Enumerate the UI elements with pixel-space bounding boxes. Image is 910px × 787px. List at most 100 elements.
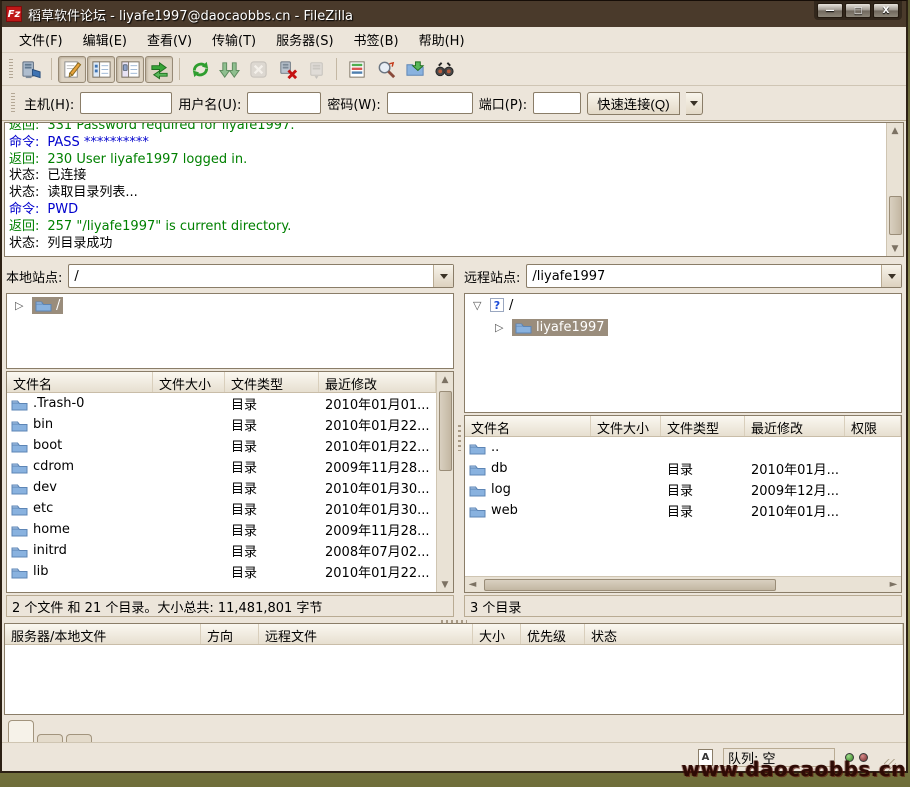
local-list-scrollbar[interactable]: ▲ ▼	[436, 372, 453, 592]
scroll-down-icon[interactable]: ▼	[438, 577, 453, 592]
maximize-button[interactable]: □	[845, 3, 871, 18]
remote-list-hscrollbar[interactable]: ◄ ►	[465, 576, 901, 592]
scroll-up-icon[interactable]: ▲	[888, 123, 903, 138]
combo-arrow-button[interactable]	[881, 265, 901, 287]
file-row[interactable]: db 目录 2010年01月...	[465, 458, 901, 479]
local-tree-toggle-button[interactable]	[87, 56, 115, 83]
menu-item[interactable]: 编辑(E)	[74, 27, 136, 52]
quickconnect-grip[interactable]	[11, 93, 15, 113]
file-row[interactable]: home 目录 2009年11月28...	[7, 519, 436, 540]
folder-icon	[469, 462, 486, 476]
expand-icon[interactable]: ▷	[495, 321, 507, 334]
username-input[interactable]	[247, 92, 321, 114]
queue-tab[interactable]	[8, 720, 34, 742]
scroll-thumb[interactable]	[439, 391, 452, 471]
collapse-icon[interactable]: ▽	[473, 299, 485, 312]
menu-item[interactable]: 帮助(H)	[410, 27, 474, 52]
column-header[interactable]: 文件名	[465, 416, 591, 436]
scroll-up-icon[interactable]: ▲	[438, 372, 453, 387]
remote-list-rows[interactable]: .. db 目录 2010年01月...	[465, 437, 901, 576]
file-name: dev	[33, 480, 57, 495]
scroll-left-icon[interactable]: ◄	[465, 578, 480, 592]
remote-tree-root-node[interactable]: ▽ ? /	[465, 294, 901, 316]
file-search-button[interactable]	[430, 56, 458, 83]
column-header[interactable]: 最近修改	[319, 372, 436, 392]
remote-tree-toggle-button[interactable]	[116, 56, 144, 83]
queue-toggle-button[interactable]	[145, 56, 173, 83]
process-queue-button[interactable]	[215, 56, 243, 83]
quickconnect-button[interactable]: 快速连接(Q)	[587, 92, 680, 115]
file-search-icon	[434, 59, 455, 80]
minimize-button[interactable]: —	[817, 3, 843, 18]
password-input[interactable]	[387, 92, 473, 114]
remote-tree[interactable]: ▽ ? / ▷ liyafe1997	[464, 293, 902, 413]
directory-comparison-button[interactable]	[343, 56, 371, 83]
column-header[interactable]: 文件名	[7, 372, 153, 392]
column-header[interactable]: 优先级	[521, 624, 585, 644]
file-modified: 2010年01月30...	[319, 478, 436, 497]
site-manager-button[interactable]	[17, 56, 45, 83]
file-row[interactable]: bin 目录 2010年01月22...	[7, 414, 436, 435]
menu-item[interactable]: 文件(F)	[10, 27, 72, 52]
column-header[interactable]: 状态	[585, 624, 903, 644]
menu-item[interactable]: 书签(B)	[345, 27, 408, 52]
column-header[interactable]: 服务器/本地文件	[5, 624, 201, 644]
host-input[interactable]	[80, 92, 172, 114]
file-row[interactable]: initrd 目录 2008年07月02...	[7, 540, 436, 561]
log-scrollbar[interactable]: ▲ ▼	[886, 123, 903, 256]
menu-item[interactable]: 传输(T)	[203, 27, 265, 52]
window-controls: — □ X	[814, 1, 902, 20]
quickconnect-dropdown-button[interactable]	[686, 92, 703, 115]
reconnect-button[interactable]	[302, 56, 330, 83]
folder-icon	[11, 481, 28, 495]
column-header[interactable]: 文件大小	[153, 372, 225, 392]
local-path-combobox[interactable]: /	[68, 264, 454, 288]
refresh-button[interactable]	[186, 56, 214, 83]
file-row[interactable]: dev 目录 2010年01月30...	[7, 477, 436, 498]
queue-tab[interactable]	[66, 734, 92, 742]
close-button[interactable]: X	[873, 3, 899, 18]
message-log-lines[interactable]: 返回:331 Password required for liyafe1997.…	[5, 123, 886, 256]
menu-item[interactable]: 服务器(S)	[267, 27, 342, 52]
local-tree-root-node[interactable]: ▷ /	[7, 294, 453, 316]
file-row[interactable]: etc 目录 2010年01月30...	[7, 498, 436, 519]
local-tree[interactable]: ▷ /	[6, 293, 454, 369]
file-row[interactable]: log 目录 2009年12月...	[465, 479, 901, 500]
column-header[interactable]: 远程文件	[259, 624, 473, 644]
directory-listing-filter-button[interactable]	[401, 56, 429, 83]
scroll-down-icon[interactable]: ▼	[888, 241, 903, 256]
queue-body[interactable]	[5, 645, 903, 714]
local-file-list: 文件名文件大小文件类型最近修改 .Trash-0 目录 2010年01月01..…	[6, 371, 454, 593]
remote-tree-child-node[interactable]: ▷ liyafe1997	[465, 316, 901, 338]
file-row[interactable]: web 目录 2010年01月...	[465, 500, 901, 521]
message-log-toggle-button[interactable]	[58, 56, 86, 83]
scroll-right-icon[interactable]: ►	[886, 578, 901, 592]
synchronized-browsing-button[interactable]	[372, 56, 400, 83]
queue-tab[interactable]	[37, 734, 63, 742]
title-bar[interactable]: Fz 稻草软件论坛 - liyafe1997@daocaobbs.cn - Fi…	[2, 1, 906, 27]
file-row[interactable]: boot 目录 2010年01月22...	[7, 435, 436, 456]
port-input[interactable]	[533, 92, 581, 114]
cancel-button[interactable]	[244, 56, 272, 83]
file-row[interactable]: cdrom 目录 2009年11月28...	[7, 456, 436, 477]
file-row[interactable]: .Trash-0 目录 2010年01月01...	[7, 393, 436, 414]
column-header[interactable]: 权限	[845, 416, 901, 436]
local-list-rows[interactable]: .Trash-0 目录 2010年01月01... bin 目录 2010年01…	[7, 393, 436, 592]
column-header[interactable]: 文件大小	[591, 416, 661, 436]
menu-item[interactable]: 查看(V)	[138, 27, 201, 52]
combo-arrow-button[interactable]	[433, 265, 453, 287]
scroll-thumb[interactable]	[889, 196, 902, 235]
column-header[interactable]: 最近修改	[745, 416, 845, 436]
scroll-thumb[interactable]	[484, 579, 776, 591]
disconnect-button[interactable]	[273, 56, 301, 83]
remote-path-combobox[interactable]: /liyafe1997	[526, 264, 902, 288]
toolbar-grip[interactable]	[9, 59, 13, 79]
column-header[interactable]: 大小	[473, 624, 521, 644]
column-header[interactable]: 文件类型	[661, 416, 745, 436]
file-row[interactable]: ..	[465, 437, 901, 458]
expand-icon[interactable]: ▷	[15, 299, 27, 312]
file-row[interactable]: lib 目录 2010年01月22...	[7, 561, 436, 582]
folder-icon	[35, 298, 52, 312]
column-header[interactable]: 方向	[201, 624, 259, 644]
column-header[interactable]: 文件类型	[225, 372, 319, 392]
